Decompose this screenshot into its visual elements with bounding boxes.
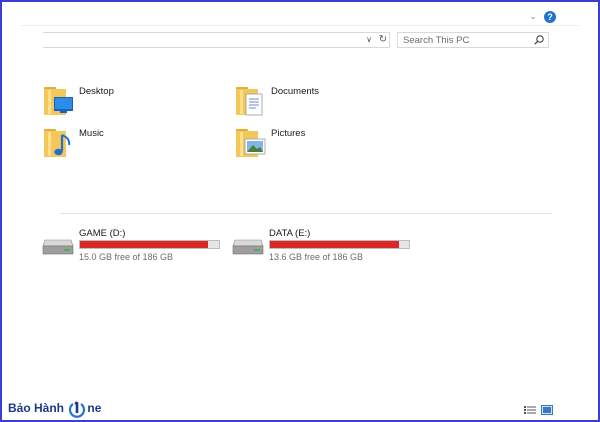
hard-drive-icon — [232, 239, 264, 255]
help-icon[interactable]: ? — [544, 11, 556, 23]
drive-label: DATA (E:) — [269, 228, 311, 239]
documents-folder-icon — [236, 87, 263, 116]
explorer-window — [0, 0, 600, 422]
search-icon[interactable] — [533, 34, 545, 46]
folder-label-pictures: Pictures — [271, 128, 306, 139]
devices-section-divider — [60, 213, 552, 214]
drive-usage-bar — [269, 240, 410, 249]
address-bar[interactable] — [43, 32, 390, 48]
address-dropdown-chevron-icon[interactable]: ∨ — [364, 35, 374, 45]
ribbon-divider — [20, 25, 580, 26]
brand-text: Bảo Hành — [8, 401, 65, 416]
search-box[interactable] — [397, 32, 549, 48]
pictures-folder-icon — [236, 129, 266, 157]
details-view-icon[interactable] — [524, 405, 536, 415]
search-input[interactable] — [398, 33, 533, 47]
drive-usage-fill — [80, 241, 208, 248]
drive-data-e[interactable]: DATA (E:) 13.6 GB free of 186 GB — [232, 228, 412, 264]
drive-free-space: 15.0 GB free of 186 GB — [79, 252, 174, 262]
hard-drive-icon — [42, 239, 74, 255]
drive-free-space: 13.6 GB free of 186 GB — [269, 252, 364, 262]
desktop-folder-icon — [44, 87, 73, 115]
brand-watermark: Bảo Hành ne — [8, 400, 101, 418]
large-icons-view-icon[interactable] — [541, 405, 553, 415]
drive-usage-bar — [79, 240, 220, 249]
drive-label: GAME (D:) — [79, 228, 126, 239]
folder-documents[interactable]: Documents — [235, 84, 415, 120]
brand-suffix: ne — [87, 401, 102, 416]
folder-label-documents: Documents — [271, 86, 320, 97]
folder-label-music: Music — [79, 128, 104, 139]
refresh-icon[interactable]: ↻ — [378, 34, 388, 46]
power-one-logo-icon — [69, 401, 86, 418]
drive-game-d[interactable]: GAME (D:) 15.0 GB free of 186 GB — [42, 228, 222, 264]
folder-pictures[interactable]: Pictures — [235, 126, 415, 162]
folder-music[interactable]: Music — [43, 126, 223, 162]
folder-label-desktop: Desktop — [79, 86, 114, 97]
drive-usage-fill — [270, 241, 399, 248]
expand-ribbon-chevron-icon[interactable]: ⌄ — [528, 11, 538, 21]
music-folder-icon — [44, 129, 71, 157]
folder-desktop[interactable]: Desktop — [43, 84, 223, 120]
